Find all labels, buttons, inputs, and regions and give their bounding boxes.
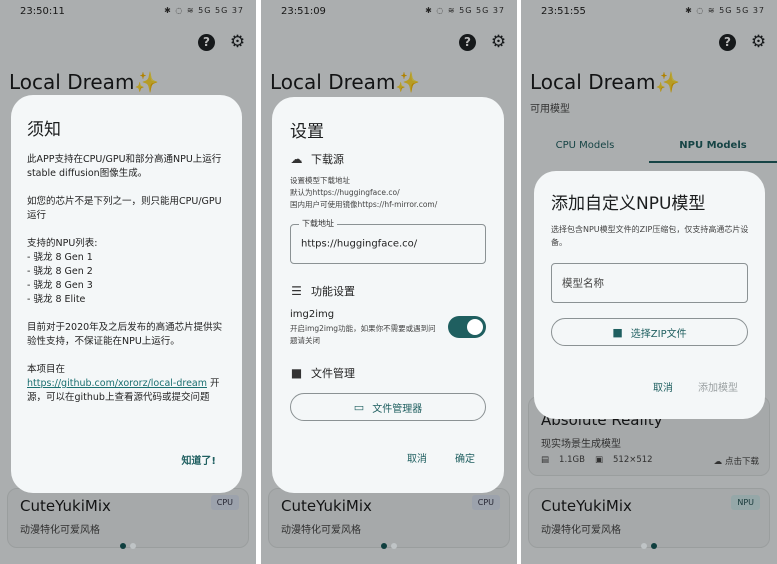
npu-item: - 骁龙 8 Gen 3 [27, 280, 93, 291]
ok-button[interactable]: 确定 [455, 450, 475, 465]
github-link[interactable]: https://github.com/xororz/local-dream [27, 378, 207, 389]
download-desc: 设置模型下载地址 默认为https://huggingface.co/ 国内用户… [290, 176, 438, 209]
folder-icon: ■ [290, 366, 303, 380]
add-model-button[interactable]: 添加模型 [698, 379, 738, 394]
page-dot [381, 543, 387, 549]
page-dot [120, 543, 126, 549]
dialog-desc: 选择包含NPU模型文件的ZIP压缩包，仅支持高通芯片设备。 [551, 225, 749, 247]
img2img-desc: 开启img2img功能，如果你不需要或遇到问题请关闭 [290, 324, 436, 345]
file-manager-button[interactable]: ▭ 文件管理器 [290, 393, 486, 421]
tune-icon: ☰ [291, 284, 302, 298]
screen-2: 23:51:09 ✱ ◌ ≋ 5G 5G 37 ? ⚙ Local Dream✨… [261, 0, 517, 564]
page-indicator [261, 534, 517, 553]
page-dot [391, 543, 397, 549]
dialog-title: 设置 [290, 122, 324, 142]
cpu-note: 如您的芯片不是下列之一，则只能用CPU/GPU运行 [27, 196, 222, 221]
screen-1: 23:50:11 ✱ ◌ ≋ 5G 5G 37 ? ⚙ Local Dream✨… [0, 0, 256, 564]
img2img-toggle[interactable] [448, 316, 486, 338]
cloud-download-icon: ☁ [290, 152, 303, 166]
toggle-knob [467, 319, 483, 335]
settings-dialog: 设置 ☁ 下载源 设置模型下载地址 默认为https://huggingface… [272, 97, 504, 493]
experimental-note: 目前对于2020年及之后发布的高通芯片提供实验性支持，不保证能在NPU上运行。 [27, 322, 223, 347]
npu-header: 支持的NPU列表: [27, 238, 98, 249]
cancel-button[interactable]: 取消 [653, 379, 673, 394]
model-name-placeholder: 模型名称 [562, 277, 604, 290]
field-label: 下载地址 [299, 218, 337, 229]
dialog-title: 添加自定义NPU模型 [551, 194, 706, 214]
files-header: ■ 文件管理 [290, 366, 355, 380]
cancel-button[interactable]: 取消 [407, 450, 427, 465]
page-indicator [0, 534, 256, 553]
add-npu-model-dialog: 添加自定义NPU模型 选择包含NPU模型文件的ZIP压缩包，仅支持高通芯片设备。… [534, 171, 765, 419]
project-prefix: 本项目在 [27, 364, 66, 375]
npu-item: - 骁龙 8 Gen 2 [27, 266, 93, 277]
page-dot [641, 543, 647, 549]
notice-dialog: 须知 此APP支持在CPU/GPU和部分高通NPU上运行stable diffu… [11, 95, 242, 493]
dialog-body: 此APP支持在CPU/GPU和部分高通NPU上运行stable diffusio… [27, 153, 227, 405]
features-header: ☰ 功能设置 [291, 284, 355, 298]
download-source-header: ☁ 下载源 [290, 152, 345, 166]
intro-text: 此APP支持在CPU/GPU和部分高通NPU上运行stable diffusio… [27, 154, 222, 179]
img2img-label: img2img [290, 309, 335, 320]
got-it-button[interactable]: 知道了! [181, 452, 216, 467]
choose-zip-button[interactable]: ■ 选择ZIP文件 [551, 318, 748, 346]
model-name-field[interactable]: 模型名称 [551, 263, 748, 303]
field-value: https://huggingface.co/ [301, 238, 418, 250]
dialog-title: 须知 [27, 120, 61, 140]
folder-icon: ■ [612, 325, 623, 339]
page-dot [651, 543, 657, 549]
page-indicator [521, 534, 777, 553]
page-dot [130, 543, 136, 549]
npu-item: - 骁龙 8 Elite [27, 294, 86, 305]
download-url-field[interactable]: 下载地址 https://huggingface.co/ [290, 218, 486, 264]
folder-icon: ▭ [353, 400, 365, 414]
npu-item: - 骁龙 8 Gen 1 [27, 252, 93, 263]
screen-3: 23:51:55 ✱ ◌ ≋ 5G 5G 37 ? ⚙ Local Dream✨… [521, 0, 777, 564]
